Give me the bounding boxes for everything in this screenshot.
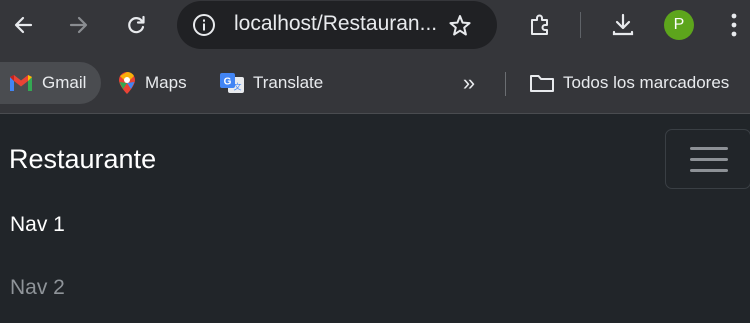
bookmark-star-icon[interactable] (445, 11, 475, 41)
all-bookmarks-label: Todos los marcadores (563, 73, 730, 92)
reload-button[interactable] (118, 7, 154, 43)
bookmark-label: Translate (253, 73, 324, 92)
bookmark-label: Maps (145, 73, 187, 92)
extensions-button[interactable] (522, 7, 558, 43)
site-info-icon[interactable] (189, 10, 219, 40)
back-button[interactable] (5, 7, 41, 43)
address-bar[interactable]: localhost/Restauran... (177, 1, 497, 49)
all-bookmarks-button[interactable]: Todos los marcadores (529, 62, 729, 104)
more-bookmarks-button[interactable]: » (454, 68, 484, 98)
nav-link-1[interactable]: Nav 1 (10, 213, 65, 237)
kebab-menu-icon (731, 13, 737, 37)
gmail-icon (8, 73, 34, 93)
browser-toolbar: localhost/Restauran... P (0, 0, 750, 54)
bookmark-label: Gmail (42, 73, 87, 92)
navbar-brand[interactable]: Restaurante (9, 144, 156, 175)
bookmarks-bar: Gmail Maps G 文 Translate » Todos los mar… (0, 54, 750, 114)
profile-avatar[interactable]: P (664, 10, 694, 40)
svg-text:G: G (224, 77, 232, 88)
browser-menu-button[interactable] (716, 7, 750, 43)
nav-link-2[interactable]: Nav 2 (10, 276, 65, 300)
puzzle-piece-icon (531, 14, 548, 35)
arrow-right-icon (69, 16, 88, 34)
folder-icon (529, 73, 555, 93)
bookmark-gmail[interactable]: Gmail (0, 62, 101, 104)
toolbar-divider (580, 12, 581, 38)
forward-button[interactable] (61, 7, 97, 43)
url-text[interactable]: localhost/Restauran... (234, 12, 437, 36)
bookmark-translate[interactable]: G 文 Translate (219, 62, 323, 104)
maps-icon (117, 71, 137, 94)
navbar-toggler-button[interactable] (665, 129, 750, 189)
page-content: Restaurante Nav 1 Nav 2 (0, 115, 750, 323)
bookmark-maps[interactable]: Maps (117, 62, 187, 104)
download-icon (612, 13, 634, 36)
downloads-button[interactable] (605, 7, 641, 43)
reload-icon (128, 15, 145, 34)
bookmarks-divider (505, 72, 506, 96)
translate-icon: G 文 (219, 73, 245, 93)
svg-text:文: 文 (234, 82, 242, 92)
arrow-left-icon (14, 16, 33, 34)
